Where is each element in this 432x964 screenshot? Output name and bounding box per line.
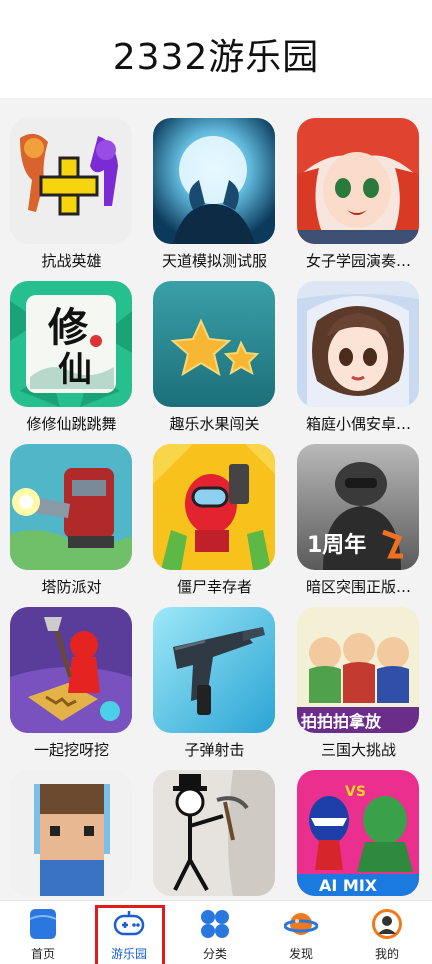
game-icon-aimix: VS AI MIX — [297, 770, 419, 896]
game-icon-nvzixueyuan — [297, 118, 419, 244]
game-icon-wawa — [10, 607, 132, 733]
game-name: 塔防派对 — [41, 578, 102, 596]
vs-text: VS — [345, 784, 366, 800]
tab-label: 发现 — [288, 947, 313, 961]
sanguo-banner-text: 拍拍拍拿放 — [301, 712, 382, 731]
game-icon-jiangshi — [153, 444, 275, 570]
game-name: 三国大挑战 — [320, 741, 396, 759]
aimix-text: AI MIX — [319, 876, 378, 895]
tab-label: 首页 — [30, 947, 55, 961]
planet-icon — [283, 907, 319, 941]
category-icon — [198, 907, 232, 941]
anniversary-text: 1周年 — [307, 532, 366, 558]
game-name: 子弹射击 — [184, 741, 245, 759]
game-tile-xiangting[interactable]: 箱庭小偶安卓… — [287, 273, 430, 433]
xiuxian-char-1: 修 — [48, 304, 89, 351]
tab-home[interactable]: 首页 — [0, 901, 86, 964]
game-icon-xiuxian: 修 仙 — [10, 281, 132, 407]
game-name: 修修仙跳跳舞 — [26, 415, 117, 433]
tab-playground[interactable]: 游乐园 — [86, 901, 172, 964]
tab-mine[interactable]: 我的 — [344, 901, 430, 964]
game-tile-sanguo[interactable]: 拍拍拍拿放 三国大挑战 — [287, 599, 430, 759]
page-header: 2332游乐园 — [0, 0, 432, 98]
game-icon-pixel — [10, 770, 132, 896]
game-tile-tafang[interactable]: 塔防派对 — [0, 436, 143, 596]
game-tile-aimix[interactable]: VS AI MIX — [287, 762, 430, 900]
game-tile-zidan[interactable]: 子弹射击 — [143, 599, 286, 759]
xiuxian-char-2: 仙 — [58, 350, 92, 390]
game-name: 天道模拟测试服 — [161, 252, 267, 270]
profile-icon — [370, 907, 404, 941]
game-icon-zidan — [153, 607, 275, 733]
game-icon-kangzhan — [10, 118, 132, 244]
game-icon-anqu: 1周年 — [297, 444, 419, 570]
game-name: 一起挖呀挖 — [33, 741, 109, 759]
game-icon-sanguo: 拍拍拍拿放 — [297, 607, 419, 733]
home-icon — [26, 907, 60, 941]
game-tile-stickman[interactable] — [143, 762, 286, 900]
game-icon-xiangting — [297, 281, 419, 407]
game-tile-nvzixueyuan[interactable]: 女子学园演奏… — [287, 110, 430, 270]
game-name: 抗战英雄 — [41, 252, 102, 270]
game-name: 暗区突围正版… — [305, 578, 411, 596]
game-tile-xiuxian[interactable]: 修 仙 修修仙跳跳舞 — [0, 273, 143, 433]
game-tile-pixel[interactable] — [0, 762, 143, 900]
bottom-tab-bar: 首页 游乐园 分类 发现 我的 — [0, 900, 432, 964]
game-icon-tiandao — [153, 118, 275, 244]
game-name: 箱庭小偶安卓… — [305, 415, 411, 433]
tab-label: 分类 — [202, 947, 227, 961]
gamepad-icon — [112, 907, 146, 941]
tab-discover[interactable]: 发现 — [258, 901, 344, 964]
game-tile-anqu[interactable]: 1周年 暗区突围正版… — [287, 436, 430, 596]
game-tile-tiandao[interactable]: 天道模拟测试服 — [143, 110, 286, 270]
game-icon-stickman — [153, 770, 275, 896]
tab-label: 我的 — [374, 947, 399, 961]
game-grid: 抗战英雄 天道模拟测试服 女子学园演奏… 修 仙 修修仙跳跳舞 趣乐水果闯关 箱… — [0, 110, 432, 900]
game-icon-tafang — [10, 444, 132, 570]
game-icon-qule — [153, 281, 275, 407]
game-tile-jiangshi[interactable]: 僵尸幸存者 — [143, 436, 286, 596]
game-name: 趣乐水果闯关 — [169, 415, 260, 433]
tab-label: 游乐园 — [110, 947, 147, 961]
game-tile-kangzhan[interactable]: 抗战英雄 — [0, 110, 143, 270]
tab-category[interactable]: 分类 — [172, 901, 258, 964]
game-tile-wawa[interactable]: 一起挖呀挖 — [0, 599, 143, 759]
game-tile-qule[interactable]: 趣乐水果闯关 — [143, 273, 286, 433]
game-name: 僵尸幸存者 — [176, 578, 252, 596]
page-title: 2332游乐园 — [112, 37, 320, 78]
game-name: 女子学园演奏… — [305, 252, 411, 270]
